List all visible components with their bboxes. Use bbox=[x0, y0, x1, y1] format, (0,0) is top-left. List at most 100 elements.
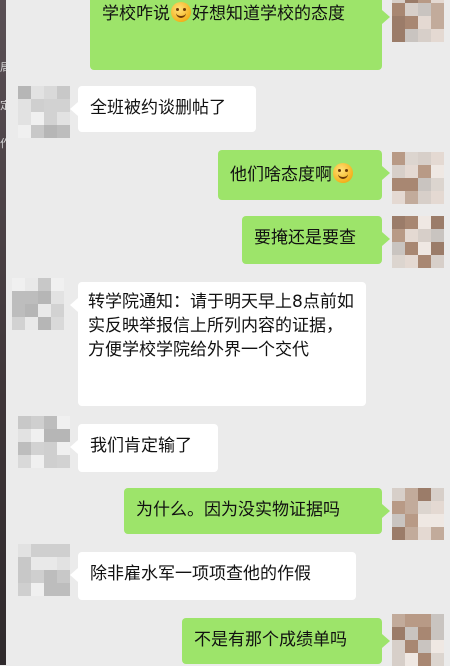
contact-avatar[interactable] bbox=[18, 416, 70, 468]
avatar-mosaic-tile bbox=[392, 527, 405, 540]
avatar-mosaic-tile bbox=[392, 627, 405, 640]
contact-avatar[interactable] bbox=[18, 86, 70, 138]
avatar-mosaic-tile bbox=[12, 304, 25, 317]
avatar-mosaic-tile bbox=[392, 3, 405, 16]
avatar-mosaic-tile bbox=[57, 99, 70, 112]
avatar-mosaic-tile bbox=[31, 429, 44, 442]
contact-avatar[interactable] bbox=[18, 544, 70, 596]
avatar-mosaic-tile bbox=[25, 304, 38, 317]
avatar-mosaic-tile bbox=[405, 178, 418, 191]
message-text: 转学院通知：请于明天早上8点前如实反映举报信上所列内容的证据，方便学校学院给外界… bbox=[88, 292, 354, 360]
avatar-mosaic-tile bbox=[44, 442, 57, 455]
avatar-mosaic-tile bbox=[392, 501, 405, 514]
avatar-mosaic-tile bbox=[57, 557, 70, 570]
message-bubble-theirs[interactable]: 除非雇水军一项项查他的作假 bbox=[70, 552, 356, 600]
avatar-mosaic-tile bbox=[405, 488, 418, 501]
message-bubble-theirs[interactable]: 转学院通知：请于明天早上8点前如实反映举报信上所列内容的证据，方便学校学院给外界… bbox=[70, 282, 366, 406]
avatar-mosaic-tile bbox=[44, 429, 57, 442]
avatar-mosaic-tile bbox=[418, 627, 431, 640]
avatar-mosaic-tile bbox=[57, 125, 70, 138]
message-bubble-theirs[interactable]: 全班被约谈删帖了 bbox=[70, 86, 256, 132]
chat-message-list[interactable]: 学校咋说 好想知道学校的态度 全班被约谈删帖了 他们啥态度啊 要掩还是要查 转学院… bbox=[0, 0, 450, 666]
avatar-mosaic-tile bbox=[431, 3, 444, 16]
avatar-mosaic-tile bbox=[431, 640, 444, 653]
avatar-mosaic-tile bbox=[405, 527, 418, 540]
avatar-mosaic-tile bbox=[418, 242, 431, 255]
my-avatar[interactable] bbox=[392, 614, 444, 666]
avatar-mosaic-tile bbox=[18, 429, 31, 442]
avatar-mosaic-tile bbox=[418, 255, 431, 268]
smile-emoji-icon bbox=[171, 2, 191, 22]
avatar-mosaic-tile bbox=[44, 112, 57, 125]
avatar-mosaic-tile bbox=[392, 152, 405, 165]
my-avatar[interactable] bbox=[392, 152, 444, 204]
avatar-mosaic-tile bbox=[18, 557, 31, 570]
avatar-mosaic-tile bbox=[405, 152, 418, 165]
avatar-mosaic-tile bbox=[405, 29, 418, 42]
avatar-mosaic-tile bbox=[405, 614, 418, 627]
message-bubble-theirs[interactable]: 我们肯定输了 bbox=[70, 424, 218, 472]
my-avatar[interactable] bbox=[392, 488, 444, 540]
avatar-mosaic-tile bbox=[38, 304, 51, 317]
avatar-mosaic-tile bbox=[418, 29, 431, 42]
avatar-mosaic-tile bbox=[431, 242, 444, 255]
smile-emoji-icon bbox=[333, 163, 353, 183]
message-bubble-mine[interactable]: 不是有那个成绩单吗 bbox=[182, 618, 390, 664]
avatar-mosaic-tile bbox=[431, 255, 444, 268]
avatar-mosaic-tile bbox=[44, 416, 57, 429]
avatar-mosaic-tile bbox=[57, 583, 70, 596]
avatar-mosaic-tile bbox=[392, 640, 405, 653]
avatar-mosaic-tile bbox=[57, 570, 70, 583]
avatar-mosaic-tile bbox=[31, 416, 44, 429]
avatar-mosaic-tile bbox=[44, 570, 57, 583]
avatar-mosaic-tile bbox=[418, 653, 431, 666]
avatar-mosaic-tile bbox=[418, 16, 431, 29]
avatar-mosaic-tile bbox=[18, 583, 31, 596]
message-text: 除非雇水军一项项查他的作假 bbox=[90, 564, 311, 584]
avatar-mosaic-tile bbox=[31, 570, 44, 583]
avatar-mosaic-tile bbox=[51, 291, 64, 304]
contact-avatar[interactable] bbox=[12, 278, 64, 330]
avatar-mosaic-tile bbox=[44, 557, 57, 570]
avatar-mosaic-tile bbox=[392, 165, 405, 178]
avatar-mosaic-tile bbox=[418, 165, 431, 178]
avatar-mosaic-tile bbox=[431, 152, 444, 165]
avatar-mosaic-tile bbox=[18, 99, 31, 112]
avatar-mosaic-tile bbox=[12, 317, 25, 330]
avatar-mosaic-tile bbox=[31, 99, 44, 112]
message-bubble-mine[interactable]: 为什么。因为没实物证据吗 bbox=[124, 488, 390, 534]
message-bubble-mine[interactable]: 学校咋说 好想知道学校的态度 bbox=[90, 0, 390, 70]
avatar-mosaic-tile bbox=[405, 229, 418, 242]
avatar-mosaic-tile bbox=[392, 229, 405, 242]
message-text: 全班被约谈删帖了 bbox=[90, 98, 226, 118]
avatar-mosaic-tile bbox=[431, 488, 444, 501]
my-avatar[interactable] bbox=[392, 0, 444, 42]
avatar-mosaic-tile bbox=[31, 125, 44, 138]
avatar-mosaic-tile bbox=[431, 178, 444, 191]
avatar-mosaic-tile bbox=[431, 653, 444, 666]
avatar-mosaic-tile bbox=[392, 16, 405, 29]
avatar-mosaic-tile bbox=[38, 317, 51, 330]
avatar-mosaic-tile bbox=[418, 614, 431, 627]
avatar-mosaic-tile bbox=[38, 278, 51, 291]
avatar-mosaic-tile bbox=[392, 653, 405, 666]
avatar-mosaic-tile bbox=[31, 544, 44, 557]
avatar-mosaic-tile bbox=[18, 416, 31, 429]
avatar-mosaic-tile bbox=[18, 442, 31, 455]
message-text: 他们啥态度啊 bbox=[230, 165, 332, 185]
avatar-mosaic-tile bbox=[418, 178, 431, 191]
message-text: 要掩还是要查 bbox=[254, 228, 356, 248]
avatar-mosaic-tile bbox=[418, 3, 431, 16]
my-avatar[interactable] bbox=[392, 216, 444, 268]
avatar-mosaic-tile bbox=[418, 229, 431, 242]
avatar-mosaic-tile bbox=[405, 242, 418, 255]
message-bubble-mine[interactable]: 他们啥态度啊 bbox=[218, 150, 390, 200]
message-bubble-mine[interactable]: 要掩还是要查 bbox=[242, 216, 390, 264]
avatar-mosaic-tile bbox=[418, 216, 431, 229]
avatar-mosaic-tile bbox=[44, 86, 57, 99]
avatar-mosaic-tile bbox=[418, 488, 431, 501]
avatar-mosaic-tile bbox=[405, 3, 418, 16]
avatar-mosaic-tile bbox=[31, 455, 44, 468]
avatar-mosaic-tile bbox=[405, 216, 418, 229]
avatar-mosaic-tile bbox=[18, 570, 31, 583]
